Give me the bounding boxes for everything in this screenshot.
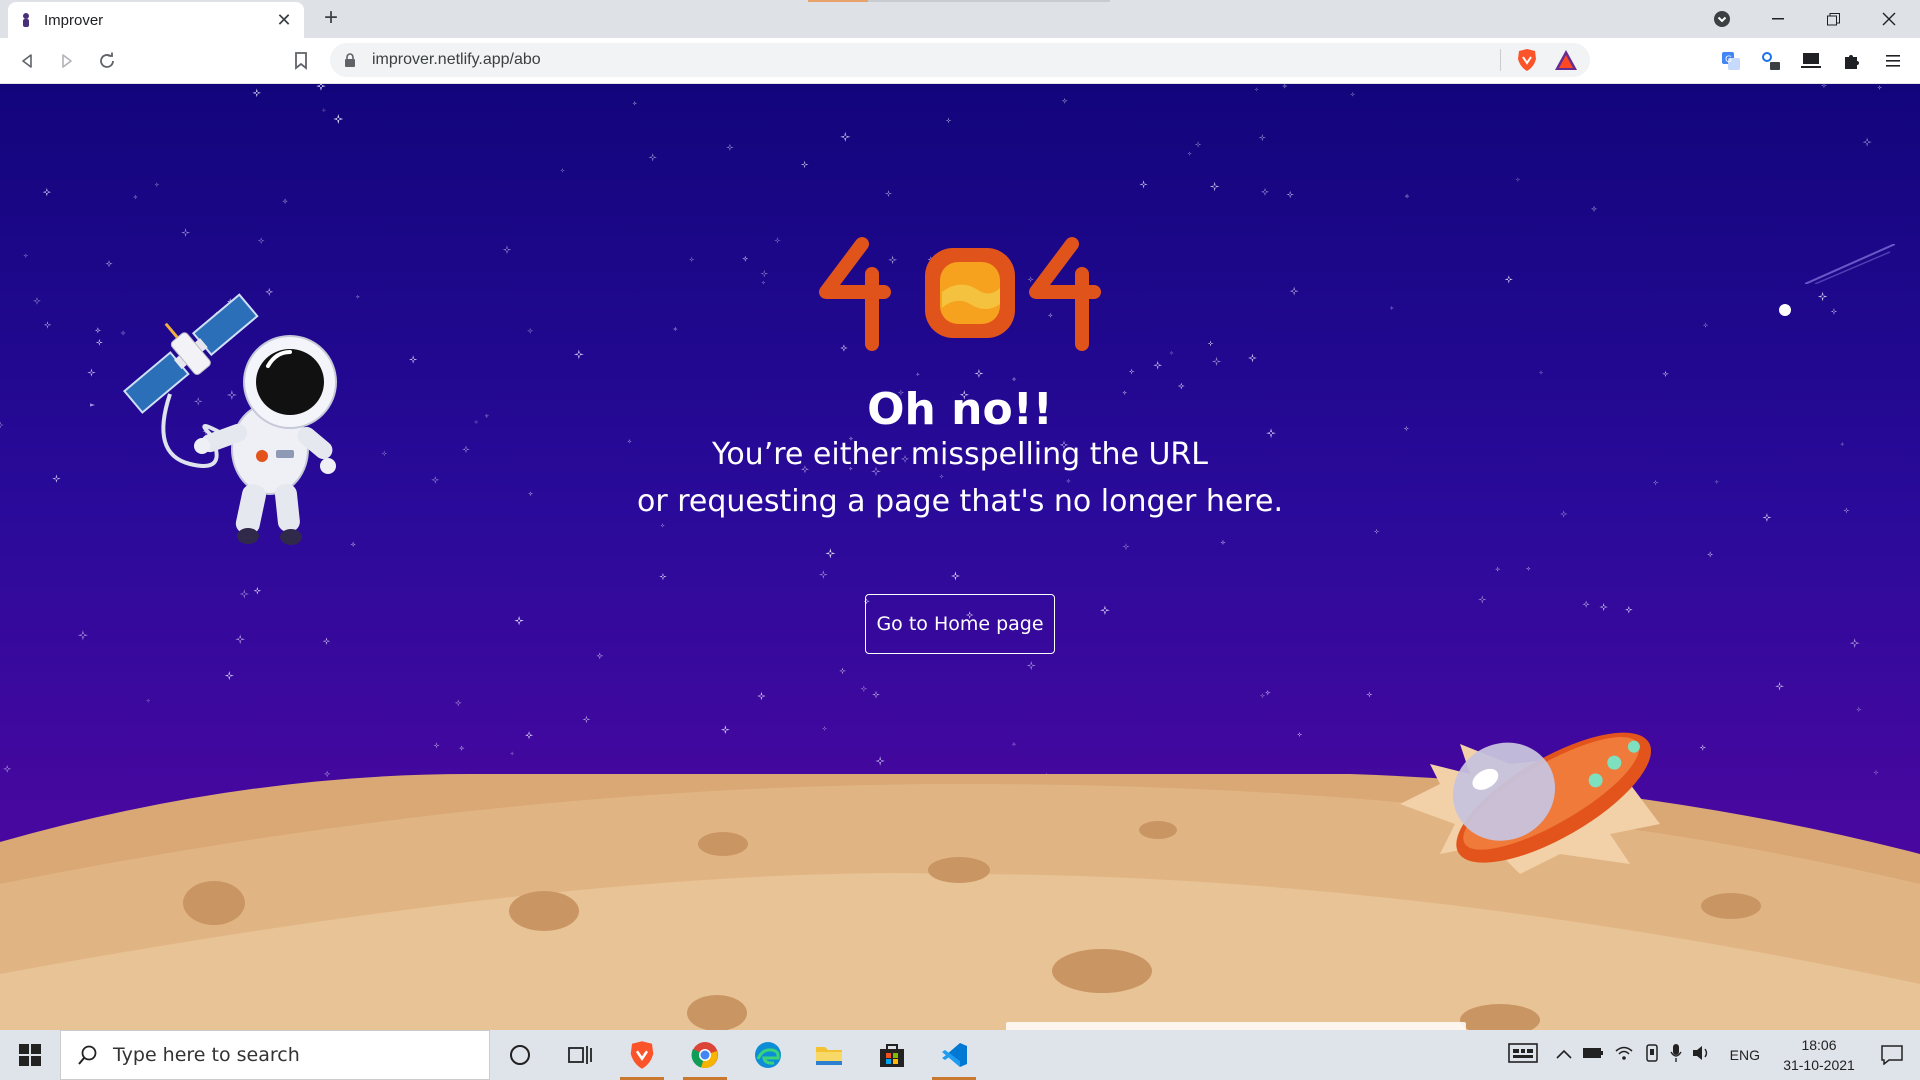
start-button[interactable] [0,1030,60,1080]
taskbar-brave[interactable] [612,1030,672,1080]
puzzle-icon [1845,55,1859,69]
brave-shield-icon[interactable] [1516,48,1538,77]
hamburger-menu-icon [1886,55,1900,67]
tab-close-icon[interactable]: ✕ [274,10,294,31]
astronaut-illustration [90,293,337,545]
taskbar-store[interactable] [862,1030,922,1080]
battery-icon[interactable] [1582,1046,1604,1064]
tab-search-icon [1714,11,1730,27]
task-view-icon [568,1046,592,1064]
error-page: 404 Oh no!! You’re either misspelling th… [0,84,1920,1030]
minimize-icon [1772,18,1784,20]
extension-button[interactable] [1756,46,1786,76]
brave-icon [630,1041,654,1069]
restore-icon [1826,12,1840,25]
translate-icon: G [1722,52,1740,70]
task-view-button[interactable] [550,1030,610,1080]
windows-taskbar: Type here to search ENG 18:06 31-10-2021 [0,1030,1920,1080]
volume-icon[interactable] [1692,1045,1712,1066]
new-tab-button[interactable]: + [318,6,344,32]
clock-time: 18:06 [1801,1037,1837,1053]
search-placeholder: Type here to search [113,1044,300,1066]
tab-search-button[interactable] [1699,4,1745,34]
error-code-graphic: 404 [560,234,1360,359]
clock-date: 31-10-2021 [1783,1057,1855,1073]
brave-rewards-icon[interactable] [1554,49,1578,76]
minimize-button[interactable] [1755,4,1801,34]
shooting-star [1805,244,1895,284]
taskbar-edge[interactable] [738,1030,798,1080]
browser-tab[interactable]: Improver ✕ [8,2,304,38]
folder-icon [816,1047,842,1065]
restore-button[interactable] [1810,4,1856,34]
chrome-icon [691,1042,718,1069]
device-icon[interactable] [1644,1043,1660,1067]
reload-icon [100,52,114,68]
error-message-line1: You’re either misspelling the URL [711,437,1208,472]
windows-icon [19,1044,41,1066]
loading-bar [808,0,868,2]
address-bar[interactable]: improver.netlify.app/abo [330,43,1590,77]
microphone-icon[interactable] [1670,1043,1682,1068]
error-heading: Oh no!! [867,384,1053,435]
taskbar-search-box[interactable]: Type here to search [60,1030,490,1080]
moon-surface [0,774,1920,1030]
chevron-up-icon[interactable] [1556,1046,1572,1064]
notifications-button[interactable] [1864,1045,1920,1065]
page-scroll-edge [1006,1022,1466,1030]
favicon-icon [18,12,34,28]
error-code-text: 404 [810,234,837,238]
browser-toolbar: improver.netlify.app/abo G [0,38,1920,84]
monitor-icon [1801,53,1821,68]
bookmark-button[interactable] [286,46,316,76]
tab-strip: Improver ✕ + [0,0,1920,38]
bookmark-icon [295,52,307,70]
keyboard-icon[interactable] [1507,1042,1538,1068]
store-icon [880,1044,904,1067]
notification-icon [1881,1045,1903,1065]
browser-menu-button[interactable] [1878,46,1908,76]
cortana-button[interactable] [490,1030,550,1080]
edge-icon [755,1042,781,1068]
svg-text:G: G [1725,55,1732,65]
lock-icon [344,52,360,68]
language-indicator[interactable]: ENG [1730,1047,1760,1063]
omnibox-divider [1500,49,1501,71]
reload-button[interactable] [92,46,122,76]
taskbar-file-explorer[interactable] [799,1030,859,1080]
ufo-illustration [1400,732,1660,874]
taskbar-vscode[interactable] [924,1030,984,1080]
clock[interactable]: 18:06 31-10-2021 [1774,1035,1864,1075]
close-window-button[interactable] [1866,4,1912,34]
extension-icon [1762,52,1780,70]
system-tray: ENG 18:06 31-10-2021 [1507,1030,1920,1080]
wifi-icon[interactable] [1614,1045,1634,1066]
back-icon [22,54,32,68]
forward-button[interactable] [52,46,82,76]
taskbar-chrome[interactable] [675,1030,735,1080]
url-text: improver.netlify.app/abo [372,51,541,68]
cortana-icon [510,1045,530,1065]
vscode-icon [942,1043,967,1067]
loading-bar-track [868,0,1110,2]
close-icon [1882,12,1896,26]
cast-extension-button[interactable] [1796,46,1826,76]
404-illustration: 404 [810,234,1101,351]
translate-extension-button[interactable]: G [1716,46,1746,76]
back-button[interactable] [12,46,42,76]
tab-title: Improver [44,11,104,29]
error-message-line2: or requesting a page that's no longer he… [636,484,1284,519]
forward-icon [62,54,72,68]
search-icon [78,1045,97,1065]
go-home-button[interactable]: Go to Home page [865,594,1055,654]
extensions-menu-button[interactable] [1836,46,1866,76]
